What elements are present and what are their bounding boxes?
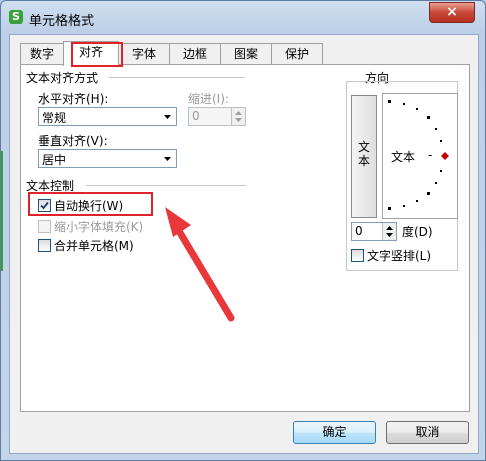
- close-icon: ×: [446, 4, 458, 20]
- indent-label: 缩进(I):: [188, 92, 229, 106]
- degree-label: 度(D): [402, 225, 433, 239]
- merge-cells-checkbox[interactable]: [38, 239, 51, 252]
- tab-protection[interactable]: 保护: [271, 43, 323, 64]
- tab-border[interactable]: 边框: [169, 43, 221, 64]
- degree-value: 0: [355, 224, 363, 238]
- text-alignment-section-title: 文本对齐方式: [26, 71, 99, 85]
- cancel-button[interactable]: 取消: [386, 421, 469, 444]
- dial-dash: -: [428, 148, 433, 162]
- shrink-to-fit-label[interactable]: 缩小字体填充(K): [54, 218, 143, 235]
- vertical-text-checkbox[interactable]: [351, 249, 364, 262]
- vertical-text-orientation-button[interactable]: 文 本: [351, 95, 377, 218]
- tab-highlight-annotation: [71, 42, 123, 67]
- horizontal-align-select[interactable]: 常规: [38, 107, 177, 126]
- annotation-arrow-icon: [165, 207, 235, 322]
- horizontal-align-label: 水平对齐(H):: [38, 92, 109, 106]
- title-bar[interactable]: S 单元格格式 ×: [1, 1, 485, 33]
- chevron-down-icon: [164, 157, 171, 161]
- dial-text-label: 文本: [391, 150, 416, 164]
- indent-spinner[interactable]: 0: [188, 107, 246, 126]
- orientation-dial[interactable]: 文本 -: [382, 93, 458, 219]
- tab-patterns[interactable]: 图案: [220, 43, 272, 64]
- degree-stepper-arrows-icon[interactable]: [382, 223, 396, 240]
- wrap-text-highlight-annotation: [28, 192, 153, 216]
- vertical-align-select[interactable]: 居中: [38, 149, 177, 168]
- dialog-title: 单元格格式: [29, 14, 95, 29]
- tab-font[interactable]: 字体: [118, 43, 170, 64]
- horizontal-align-value: 常规: [42, 111, 67, 125]
- vertical-text-char-2: 本: [357, 154, 370, 168]
- dialog-body: 数字 对齐 字体 边框 图案 保护 文本对齐方式 水平对齐(H): 常规 缩进(…: [9, 34, 479, 454]
- vertical-text-char-1: 文: [357, 140, 370, 154]
- window-edge-accent: [1, 151, 3, 271]
- section-divider: [109, 77, 245, 78]
- shrink-to-fit-checkbox[interactable]: [38, 220, 51, 233]
- tab-number[interactable]: 数字: [20, 43, 64, 64]
- app-logo-icon: S: [9, 10, 23, 24]
- vertical-align-value: 居中: [42, 153, 67, 167]
- indent-value: 0: [192, 109, 200, 123]
- degree-spinner[interactable]: 0: [351, 222, 397, 241]
- section-divider: [86, 185, 246, 186]
- ok-button[interactable]: 确定: [293, 421, 376, 444]
- chevron-down-icon: [164, 115, 171, 119]
- merge-cells-label[interactable]: 合并单元格(M): [54, 237, 134, 254]
- close-button[interactable]: ×: [429, 2, 475, 23]
- indent-stepper-arrows-icon[interactable]: [231, 108, 245, 125]
- vertical-text-label[interactable]: 文字竖排(L): [367, 247, 431, 264]
- vertical-align-label: 垂直对齐(V):: [38, 134, 108, 148]
- format-cells-dialog: S 单元格格式 × 数字 对齐 字体 边框 图案 保护 文本对齐方式 水平对齐(…: [0, 0, 486, 461]
